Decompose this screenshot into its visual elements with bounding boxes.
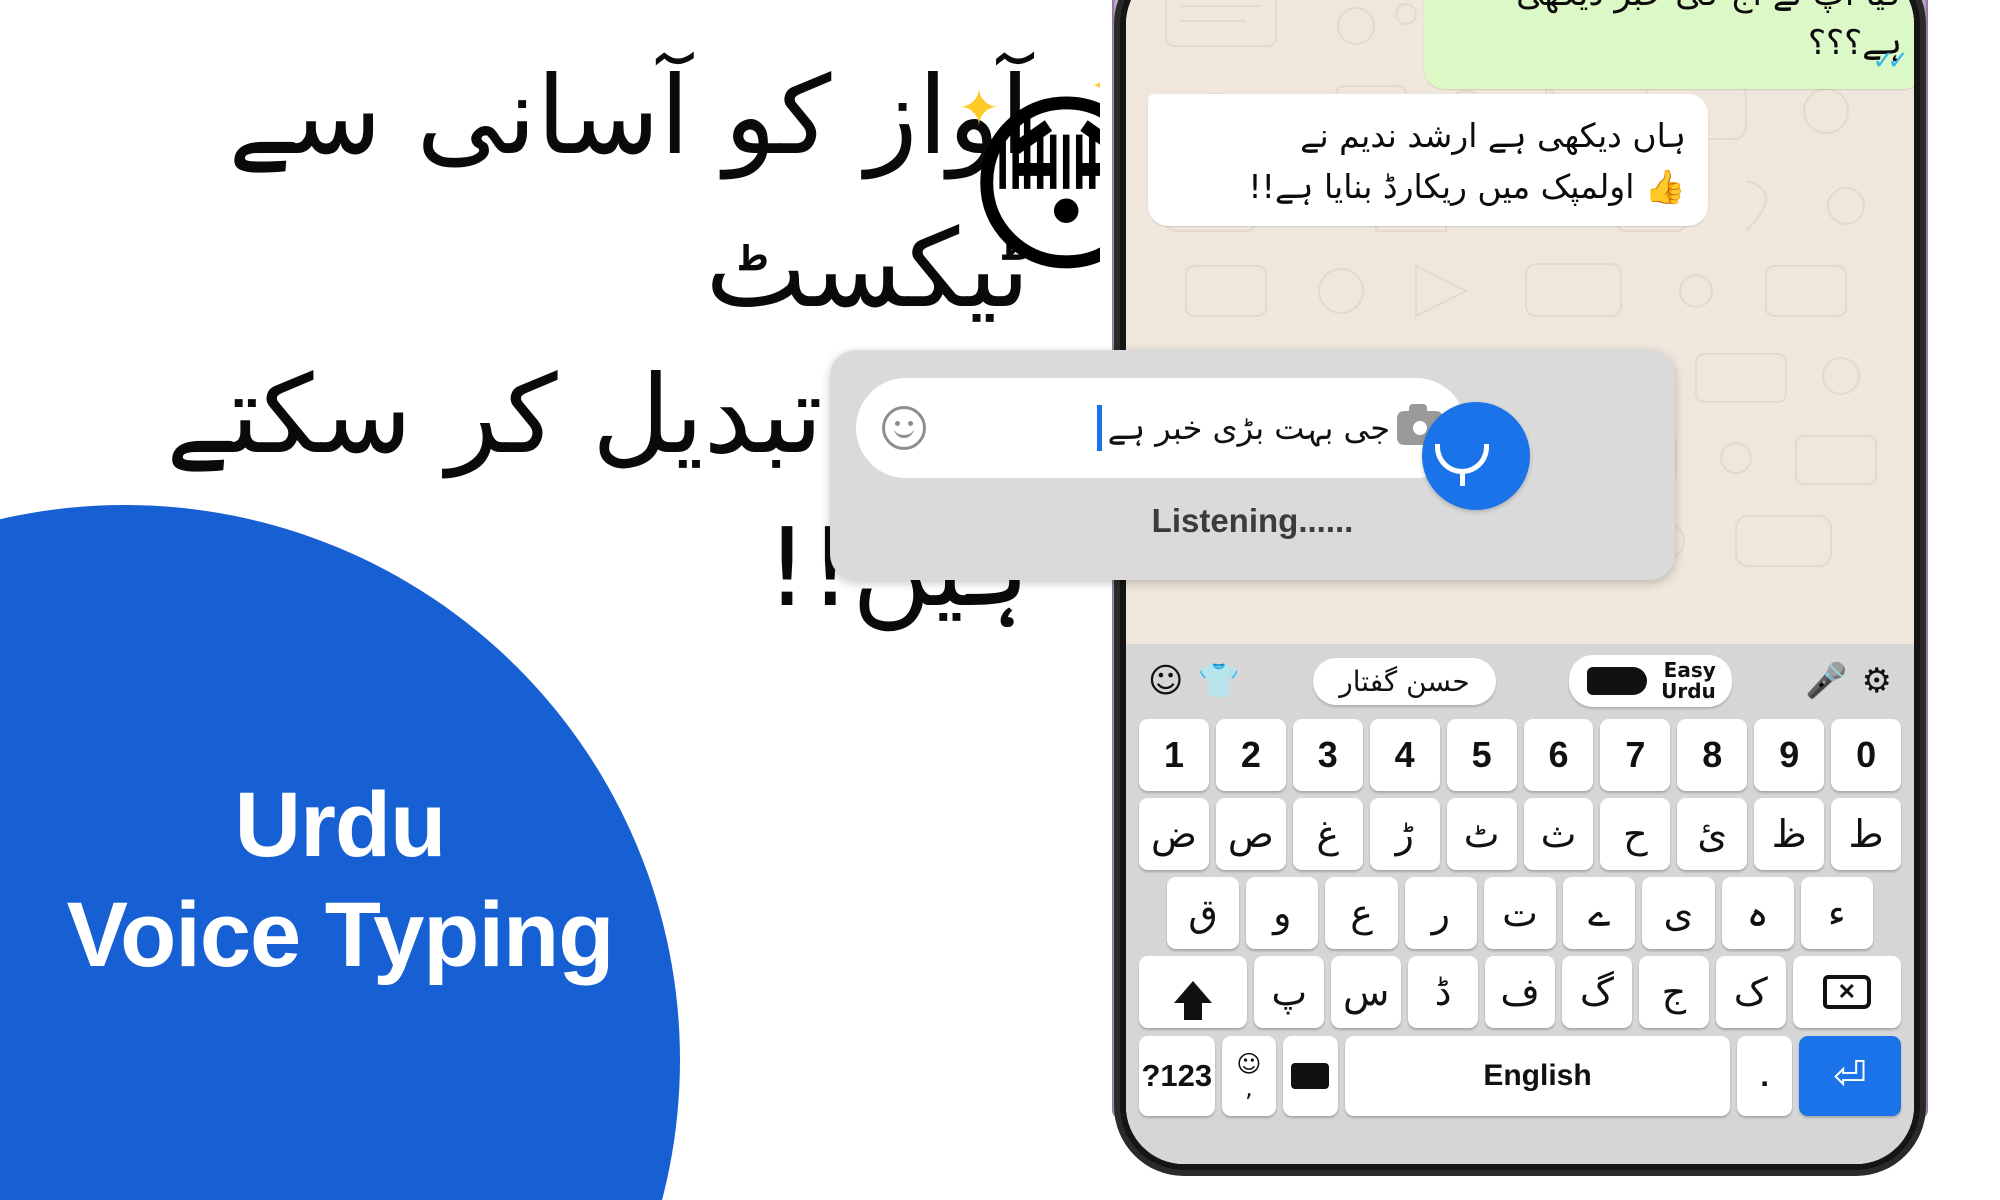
urdu-key-r1-0[interactable]: ض — [1139, 798, 1209, 870]
number-key-1[interactable]: 2 — [1215, 719, 1286, 791]
thumbs-up-emoji: 👍 — [1644, 167, 1686, 207]
backspace-icon: ✕ — [1822, 975, 1871, 1009]
urdu-key-r1-3[interactable]: ڑ — [1369, 798, 1440, 870]
incoming-message-line-2: 👍 اولمپک میں ریکارڈ بنایا ہے!! — [1170, 161, 1686, 212]
listening-status: Listening...... — [1151, 502, 1354, 539]
phone-screen: کیا آپ نے آج کی خبر دیکھی ہے؟؟؟ ✓✓ ہاں د… — [1126, 0, 1914, 1164]
number-key-3[interactable]: 4 — [1369, 719, 1440, 791]
brand-line-1: Urdu — [234, 774, 447, 876]
urdu-key-r2-4[interactable]: ت — [1483, 877, 1557, 949]
keyboard-icon — [1291, 1063, 1330, 1089]
husn-e-guftar-chip[interactable]: حسن گفتار — [1313, 657, 1496, 705]
key-fe[interactable]: ف — [1485, 956, 1555, 1028]
key-ddal[interactable]: ڈ — [1408, 956, 1479, 1028]
incoming-message-bubble: ہاں دیکھی ہے ارشد ندیم نے 👍 اولمپک میں ر… — [1148, 94, 1708, 227]
microphone-icon — [1435, 424, 1503, 488]
emoji-comma-key[interactable]: ☺ , — [1221, 1036, 1277, 1116]
toggle-switch[interactable] — [1587, 667, 1648, 695]
number-key-6[interactable]: 7 — [1600, 719, 1671, 791]
space-key[interactable]: English — [1344, 1036, 1731, 1116]
emoji-mouth — [894, 426, 914, 438]
urdu-key-r1-1[interactable]: ص — [1215, 798, 1286, 870]
keyboard-row-letters-3: پ س ڈ ف گ ج ک ✕ — [1134, 956, 1906, 1028]
phone-body: کیا آپ نے آج کی خبر دیکھی ہے؟؟؟ ✓✓ ہاں د… — [1120, 0, 1920, 1170]
key-seen[interactable]: س — [1331, 956, 1402, 1028]
urdu-key-r2-8[interactable]: ء — [1800, 877, 1873, 949]
easy-urdu-toggle[interactable]: Easy Urdu — [1569, 655, 1732, 707]
number-key-8[interactable]: 9 — [1754, 719, 1825, 791]
easy-urdu-label-line2: Urdu — [1661, 679, 1716, 703]
brand-line-2: Voice Typing — [66, 884, 615, 987]
shift-key[interactable] — [1139, 956, 1248, 1028]
voice-input-panel: جی بہت بڑی خبر ہے Listening...... — [830, 350, 1675, 580]
theme-shirt-icon[interactable]: 👕 — [1197, 664, 1239, 698]
period-key[interactable]: . — [1737, 1036, 1792, 1116]
number-key-7[interactable]: 8 — [1677, 719, 1748, 791]
outgoing-message-text: کیا آپ نے آج کی خبر دیکھی ہے؟؟؟ — [1516, 0, 1902, 64]
symbols-key[interactable]: ?123 — [1139, 1036, 1215, 1116]
keyboard-switch-key[interactable] — [1283, 1036, 1338, 1116]
keyboard-row-letters-1: ضصغڑٹثحئظط — [1134, 798, 1906, 870]
urdu-key-r2-3[interactable]: ر — [1404, 877, 1477, 949]
number-key-2[interactable]: 3 — [1292, 719, 1363, 791]
urdu-key-r2-1[interactable]: و — [1246, 877, 1319, 949]
backspace-key[interactable]: ✕ — [1792, 956, 1902, 1028]
typed-text: جی بہت بڑی خبر ہے — [1107, 409, 1390, 447]
brand-title: Urdu Voice Typing — [0, 770, 680, 991]
urdu-keyboard: ☺ 👕 حسن گفتار Easy Urdu 🎤 ⚙ 1 2 3 4 5 6 … — [1126, 644, 1914, 1164]
typed-text-wrapper: جی بہت بڑی خبر ہے — [926, 405, 1394, 451]
promo-panel: آواز کو آسانی سے ٹیکسٹ میں تبدیل کر سکتے… — [0, 0, 1100, 1200]
gear-icon[interactable]: ⚙ — [1862, 664, 1892, 698]
number-key-5[interactable]: 6 — [1523, 719, 1594, 791]
microphone-icon[interactable]: 🎤 — [1805, 664, 1847, 698]
keyboard-toolbar: ☺ 👕 حسن گفتار Easy Urdu 🎤 ⚙ — [1134, 650, 1906, 712]
urdu-key-r2-2[interactable]: ع — [1325, 877, 1398, 949]
incoming-message-line-2-text: اولمپک میں ریکارڈ بنایا ہے!! — [1248, 167, 1635, 207]
emoji-icon: ☺ — [1236, 1050, 1262, 1078]
urdu-key-r2-6[interactable]: ی — [1642, 877, 1715, 949]
comma-glyph: , — [1245, 1074, 1253, 1102]
urdu-key-r1-2[interactable]: غ — [1292, 798, 1363, 870]
incoming-message-line-1: ہاں دیکھی ہے ارشد ندیم نے — [1300, 116, 1686, 155]
urdu-key-r2-0[interactable]: ق — [1167, 877, 1240, 949]
message-input-field[interactable]: جی بہت بڑی خبر ہے — [856, 378, 1466, 478]
urdu-key-r1-4[interactable]: ٹ — [1446, 798, 1517, 870]
voice-mic-button[interactable] — [1422, 402, 1530, 510]
mic-stem — [1460, 474, 1465, 486]
outgoing-message-bubble: کیا آپ نے آج کی خبر دیکھی ہے؟؟؟ ✓✓ — [1424, 0, 1914, 89]
easy-urdu-label: Easy Urdu — [1661, 660, 1716, 702]
enter-key[interactable]: ⏎ — [1798, 1036, 1901, 1116]
urdu-key-r1-9[interactable]: ط — [1831, 798, 1902, 870]
keyboard-row-letters-2: قوعرتےیہء — [1134, 877, 1906, 949]
emoji-icon[interactable]: ☺ — [1148, 664, 1183, 698]
number-key-0[interactable]: 1 — [1139, 719, 1209, 791]
urdu-key-r1-5[interactable]: ث — [1523, 798, 1594, 870]
keyboard-row-numbers: 1234567890 — [1134, 719, 1906, 791]
urdu-key-r2-5[interactable]: ے — [1563, 877, 1636, 949]
phone-mockup: کیا آپ نے آج کی خبر دیکھی ہے؟؟؟ ✓✓ ہاں د… — [830, 0, 2000, 1200]
emoji-icon[interactable] — [882, 406, 926, 450]
mic-arc — [1435, 444, 1489, 474]
urdu-key-r1-6[interactable]: ح — [1600, 798, 1671, 870]
key-kaf[interactable]: ک — [1715, 956, 1786, 1028]
key-pe[interactable]: پ — [1254, 956, 1325, 1028]
urdu-key-r2-7[interactable]: ہ — [1721, 877, 1794, 949]
urdu-key-r1-7[interactable]: ئ — [1677, 798, 1748, 870]
voice-input-row: جی بہت بڑی خبر ہے — [856, 378, 1556, 510]
number-key-4[interactable]: 5 — [1446, 719, 1517, 791]
number-key-9[interactable]: 0 — [1831, 719, 1902, 791]
key-gaf[interactable]: گ — [1561, 956, 1632, 1028]
keyboard-row-bottom: ?123 ☺ , English . ⏎ — [1134, 1036, 1906, 1116]
urdu-key-r1-8[interactable]: ظ — [1754, 798, 1825, 870]
text-caret — [1096, 405, 1102, 451]
key-jeem[interactable]: ج — [1638, 956, 1709, 1028]
shift-arrow-icon — [1174, 981, 1213, 1020]
read-receipt-icon: ✓✓ — [1872, 45, 1908, 76]
headline-line-1: آواز کو آسانی سے ٹیکسٹ — [228, 54, 1031, 333]
